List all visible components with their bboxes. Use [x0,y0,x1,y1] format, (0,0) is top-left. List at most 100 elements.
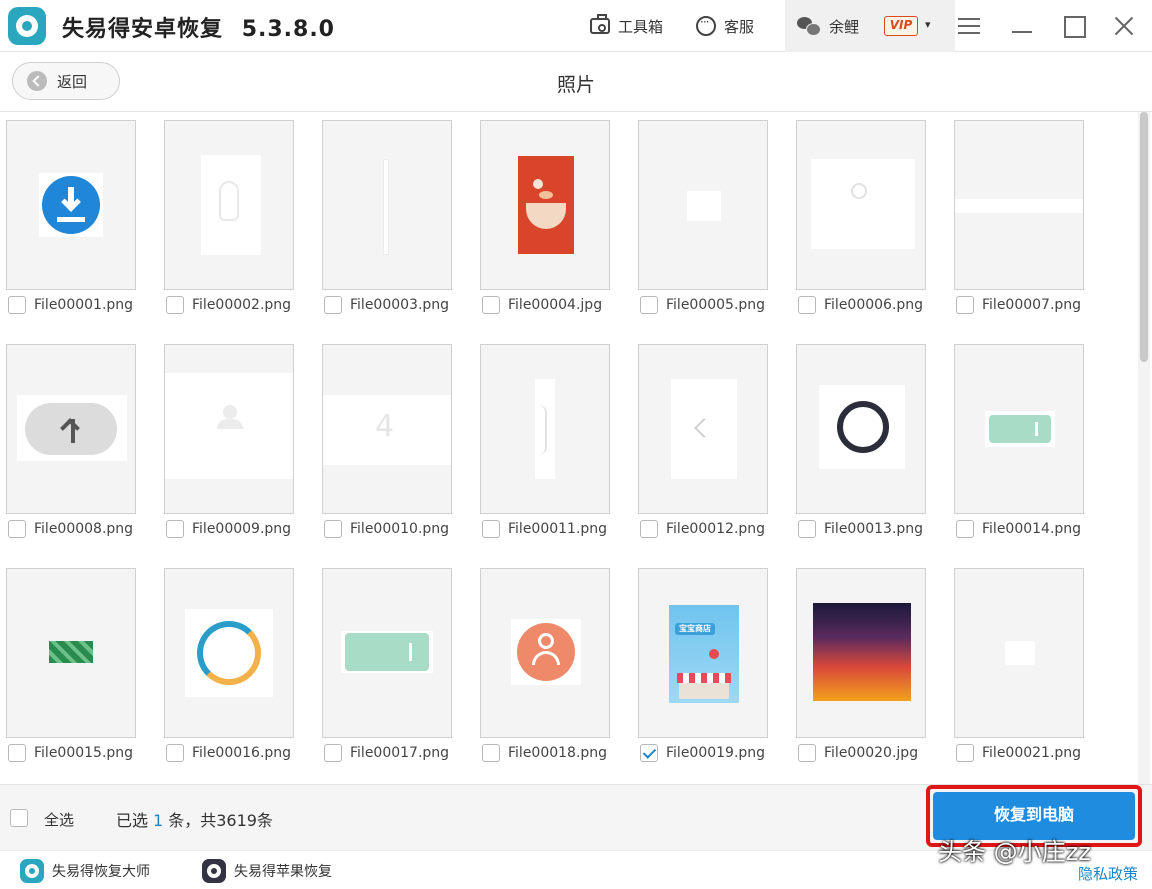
photo-thumbnail[interactable] [164,568,294,738]
customer-service-button[interactable]: 客服 [696,14,754,38]
recovery-master-logo-icon [20,859,44,883]
vertical-scrollbar[interactable] [1138,112,1150,784]
photo-thumbnail[interactable] [322,120,452,290]
app-title: 失易得安卓恢复 5.3.8.0 [62,11,335,43]
photo-thumbnail[interactable] [796,344,926,514]
photo-thumbnail[interactable] [796,568,926,738]
photo-item[interactable]: File00017.png [316,560,474,784]
file-name: File00015.png [34,745,134,761]
watermark-text: 头条 @小庄zz [938,838,1091,866]
file-checkbox[interactable] [798,744,816,762]
menu-icon[interactable] [955,12,983,40]
file-checkbox[interactable] [482,520,500,538]
photo-item[interactable]: File00016.png [158,560,316,784]
selection-status: 已选 1 条，共3619条 [116,807,273,831]
file-name: File00005.png [666,297,766,313]
file-checkbox[interactable] [324,744,342,762]
photo-item[interactable]: File00007.png [948,112,1106,336]
file-name: File00004.jpg [508,297,603,313]
photo-item[interactable]: File00020.jpg [790,560,948,784]
file-checkbox[interactable] [640,520,658,538]
photo-item[interactable]: File00011.png [474,336,632,560]
select-all-label[interactable]: 全选 [44,809,74,830]
photo-item[interactable]: File00012.png [632,336,790,560]
photo-item[interactable]: File00003.png [316,112,474,336]
toolbox-label: 工具箱 [618,17,664,36]
photo-item[interactable]: File00014.png [948,336,1106,560]
photo-item[interactable]: File00006.png [790,112,948,336]
minimize-icon[interactable] [1008,12,1036,40]
maximize-icon[interactable] [1059,12,1087,40]
photo-item[interactable]: 4 File00010.png [316,336,474,560]
file-checkbox[interactable] [640,296,658,314]
turn-arrow-icon [59,415,83,443]
chat-bubble-icon [696,15,716,36]
file-checkbox[interactable] [956,744,974,762]
photo-thumbnail[interactable] [796,120,926,290]
photo-item[interactable]: File00001.png [0,112,158,336]
photo-thumbnail[interactable] [6,344,136,514]
photo-thumbnail[interactable] [480,120,610,290]
thumb-digit: 4 [375,409,395,444]
link-recovery-master[interactable]: 失易得恢复大师 [20,859,150,883]
photo-thumbnail[interactable] [954,344,1084,514]
app-name: 失易得安卓恢复 [62,17,224,42]
file-checkbox[interactable] [324,520,342,538]
photo-item[interactable]: File00002.png [158,112,316,336]
photo-thumbnail[interactable] [638,120,768,290]
file-checkbox[interactable] [482,296,500,314]
photo-item[interactable]: File00021.png [948,560,1106,784]
link-ios-recovery[interactable]: 失易得苹果恢复 [202,859,332,883]
file-checkbox[interactable] [166,296,184,314]
select-all-checkbox[interactable] [10,809,28,827]
link-ios-recovery-label: 失易得苹果恢复 [234,864,332,880]
account-button[interactable]: 余鲤 [797,14,859,38]
file-checkbox[interactable] [956,520,974,538]
ios-recovery-logo-icon [202,859,226,883]
photo-thumbnail[interactable] [638,344,768,514]
customer-service-label: 客服 [724,17,755,36]
photo-thumbnail[interactable] [164,344,294,514]
file-checkbox[interactable] [166,520,184,538]
photo-item[interactable]: File00015.png [0,560,158,784]
file-checkbox[interactable] [324,296,342,314]
photo-thumbnail[interactable] [480,344,610,514]
vip-badge[interactable]: VIP [884,16,918,36]
page-title: 照片 [556,74,595,96]
file-checkbox-checked[interactable] [640,744,658,762]
photo-thumbnail[interactable] [164,120,294,290]
file-name: File00002.png [192,297,292,313]
back-button[interactable]: 返回 [12,62,120,100]
photo-item[interactable]: File00013.png [790,336,948,560]
photo-thumbnail[interactable]: 4 [322,344,452,514]
photo-thumbnail[interactable] [6,120,136,290]
photo-thumbnail[interactable] [954,568,1084,738]
file-checkbox[interactable] [166,744,184,762]
photo-item[interactable]: 宝宝商店 File00019.png [632,560,790,784]
photo-thumbnail[interactable] [322,568,452,738]
file-name: File00019.png [666,745,766,761]
file-checkbox[interactable] [798,296,816,314]
sub-header: 照片 返回 [0,52,1152,112]
file-name: File00006.png [824,297,924,313]
close-icon[interactable] [1110,12,1138,40]
file-checkbox[interactable] [798,520,816,538]
photo-item[interactable]: File00018.png [474,560,632,784]
file-checkbox[interactable] [956,296,974,314]
photo-thumbnail[interactable] [954,120,1084,290]
file-checkbox[interactable] [482,744,500,762]
file-checkbox[interactable] [8,296,26,314]
photo-item[interactable]: File00005.png [632,112,790,336]
scrollbar-thumb[interactable] [1140,112,1148,362]
photo-thumbnail[interactable]: 宝宝商店 [638,568,768,738]
photo-item[interactable]: File00004.jpg [474,112,632,336]
photo-thumbnail[interactable] [480,568,610,738]
chevron-down-icon[interactable]: ▾ [925,18,931,31]
file-name: File00017.png [350,745,450,761]
file-checkbox[interactable] [8,744,26,762]
file-checkbox[interactable] [8,520,26,538]
toolbox-button[interactable]: 工具箱 [590,14,663,38]
photo-item[interactable]: File00009.png [158,336,316,560]
photo-item[interactable]: File00008.png [0,336,158,560]
photo-thumbnail[interactable] [6,568,136,738]
